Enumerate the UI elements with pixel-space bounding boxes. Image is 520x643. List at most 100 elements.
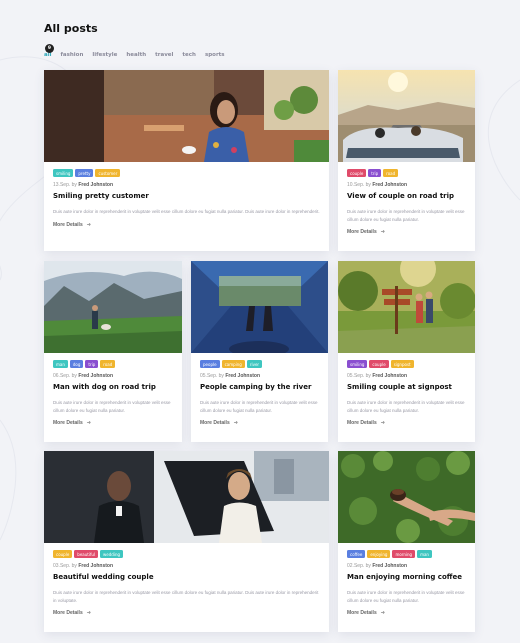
more-details-label: More Details	[53, 610, 83, 616]
more-details-link[interactable]: More Details ➜	[347, 229, 466, 235]
post-image-signpost[interactable]	[338, 261, 475, 353]
arrow-right-icon: ➜	[86, 420, 91, 426]
tag-list: man dog trip road	[53, 360, 173, 368]
post-by: by	[71, 182, 77, 188]
post-image-camping[interactable]	[191, 261, 328, 353]
more-details-link[interactable]: More Details ➜	[53, 420, 173, 426]
tag[interactable]: morning	[392, 550, 416, 558]
more-details-label: More Details	[53, 221, 83, 228]
post-card[interactable]: smiling couple signpost 05.Sep. by Fred …	[338, 261, 475, 442]
tag[interactable]: wedding	[100, 550, 124, 558]
card-body: coffee enjoying morning man 02.Sep. by F…	[338, 543, 475, 616]
post-title[interactable]: Smiling couple at signpost	[347, 383, 466, 391]
post-image-coffee[interactable]	[338, 451, 475, 543]
post-title[interactable]: View of couple on road trip	[347, 192, 466, 200]
post-title[interactable]: People camping by the river	[200, 383, 319, 391]
post-title[interactable]: Beautiful wedding couple	[53, 573, 320, 581]
tag[interactable]: smiling	[53, 169, 74, 177]
tag[interactable]: man	[417, 550, 432, 558]
post-author[interactable]: Fred Johnston	[372, 182, 407, 188]
filter-sports[interactable]: sports	[205, 52, 225, 58]
tag-list: people camping river	[200, 360, 319, 368]
more-details-label: More Details	[200, 420, 230, 426]
tag[interactable]: enjoying	[367, 550, 391, 558]
tag-list: smiling pretty customer	[53, 169, 320, 177]
post-by: by	[365, 373, 371, 379]
filter-travel[interactable]: travel	[155, 52, 173, 58]
post-card[interactable]: couple beautiful wedding 03.Sep. by Fred…	[44, 451, 329, 632]
post-date: 13.Sep.	[53, 182, 71, 188]
post-date: 06.Sep.	[53, 373, 71, 379]
tag[interactable]: river	[246, 360, 263, 368]
post-by: by	[365, 182, 371, 188]
tag[interactable]: signpost	[390, 360, 414, 368]
post-date: 05.Sep.	[347, 373, 365, 379]
tag[interactable]: road	[383, 169, 399, 177]
card-body: couple trip road 10.Sep. by Fred Johnsto…	[338, 162, 475, 235]
tag[interactable]: beautiful	[74, 550, 99, 558]
post-date: 05.Sep.	[200, 373, 218, 379]
tag[interactable]: people	[200, 360, 220, 368]
tag[interactable]: couple	[369, 360, 389, 368]
post-excerpt: Duis aute irure dolor in reprehenderit i…	[347, 590, 465, 603]
post-image-wedding[interactable]	[44, 451, 329, 543]
tag[interactable]: camping	[221, 360, 245, 368]
post-card[interactable]: man dog trip road 06.Sep. by Fred Johnst…	[44, 261, 182, 442]
more-details-link[interactable]: More Details ➜	[347, 610, 466, 616]
arrow-right-icon: ➜	[380, 420, 385, 426]
post-author[interactable]: Fred Johnston	[225, 373, 260, 379]
post-image-cafe[interactable]	[44, 70, 329, 162]
tag[interactable]: road	[100, 360, 116, 368]
tag-list: couple beautiful wedding	[53, 550, 320, 558]
tag[interactable]: man	[53, 360, 68, 368]
tag[interactable]: couple	[53, 550, 73, 558]
card-body: man dog trip road 06.Sep. by Fred Johnst…	[44, 353, 182, 426]
post-card[interactable]: people camping river 05.Sep. by Fred Joh…	[191, 261, 328, 442]
post-card[interactable]: couple trip road 10.Sep. by Fred Johnsto…	[338, 70, 475, 251]
filter-tech[interactable]: tech	[182, 52, 196, 58]
post-author[interactable]: Fred Johnston	[78, 182, 113, 188]
more-details-label: More Details	[347, 229, 377, 235]
post-title[interactable]: Man with dog on road trip	[53, 383, 173, 391]
more-details-link[interactable]: More Details ➜	[53, 610, 320, 616]
more-details-link[interactable]: More Details ➜	[53, 222, 320, 228]
post-meta: 06.Sep. by Fred Johnston	[53, 373, 173, 379]
more-details-label: More Details	[53, 420, 83, 426]
post-date: 10.Sep.	[347, 182, 365, 188]
tag[interactable]: couple	[347, 169, 367, 177]
post-author[interactable]: Fred Johnston	[372, 563, 407, 569]
tag[interactable]: pretty	[75, 169, 94, 177]
post-author[interactable]: Fred Johnston	[372, 373, 407, 379]
more-details-label: More Details	[347, 610, 377, 616]
filter-lifestyle[interactable]: lifestyle	[92, 52, 117, 58]
tag-list: coffee enjoying morning man	[347, 550, 466, 558]
post-title[interactable]: Man enjoying morning coffee	[347, 573, 466, 581]
post-excerpt: Duis aute irure dolor in reprehenderit i…	[200, 400, 318, 413]
tag[interactable]: smiling	[347, 360, 368, 368]
arrow-right-icon: ➜	[233, 420, 238, 426]
more-details-link[interactable]: More Details ➜	[200, 420, 319, 426]
post-author[interactable]: Fred Johnston	[78, 373, 113, 379]
post-author[interactable]: Fred Johnston	[78, 563, 113, 569]
tag[interactable]: trip	[368, 169, 382, 177]
filter-fashion[interactable]: fashion	[60, 52, 83, 58]
post-meta: 13.Sep. by Fred Johnston	[53, 182, 320, 188]
filter-all[interactable]: 9 all	[44, 44, 54, 58]
post-by: by	[218, 373, 224, 379]
card-body: smiling pretty customer 13.Sep. by Fred …	[44, 162, 329, 228]
tag[interactable]: trip	[85, 360, 99, 368]
post-excerpt: Duis aute irure dolor in reprehenderit i…	[347, 209, 465, 222]
post-title[interactable]: Smiling pretty customer	[53, 192, 320, 200]
tag[interactable]: coffee	[347, 550, 366, 558]
post-date: 03.Sep.	[53, 563, 71, 569]
filter-health[interactable]: health	[126, 52, 146, 58]
post-image-mountain-dog[interactable]	[44, 261, 182, 353]
tag[interactable]: customer	[95, 169, 121, 177]
more-details-link[interactable]: More Details ➜	[347, 420, 466, 426]
post-image-road-trip[interactable]	[338, 70, 475, 162]
post-card[interactable]: coffee enjoying morning man 02.Sep. by F…	[338, 451, 475, 632]
post-date: 02.Sep.	[347, 563, 365, 569]
post-by: by	[365, 563, 371, 569]
tag[interactable]: dog	[69, 360, 84, 368]
post-card[interactable]: smiling pretty customer 13.Sep. by Fred …	[44, 70, 329, 251]
